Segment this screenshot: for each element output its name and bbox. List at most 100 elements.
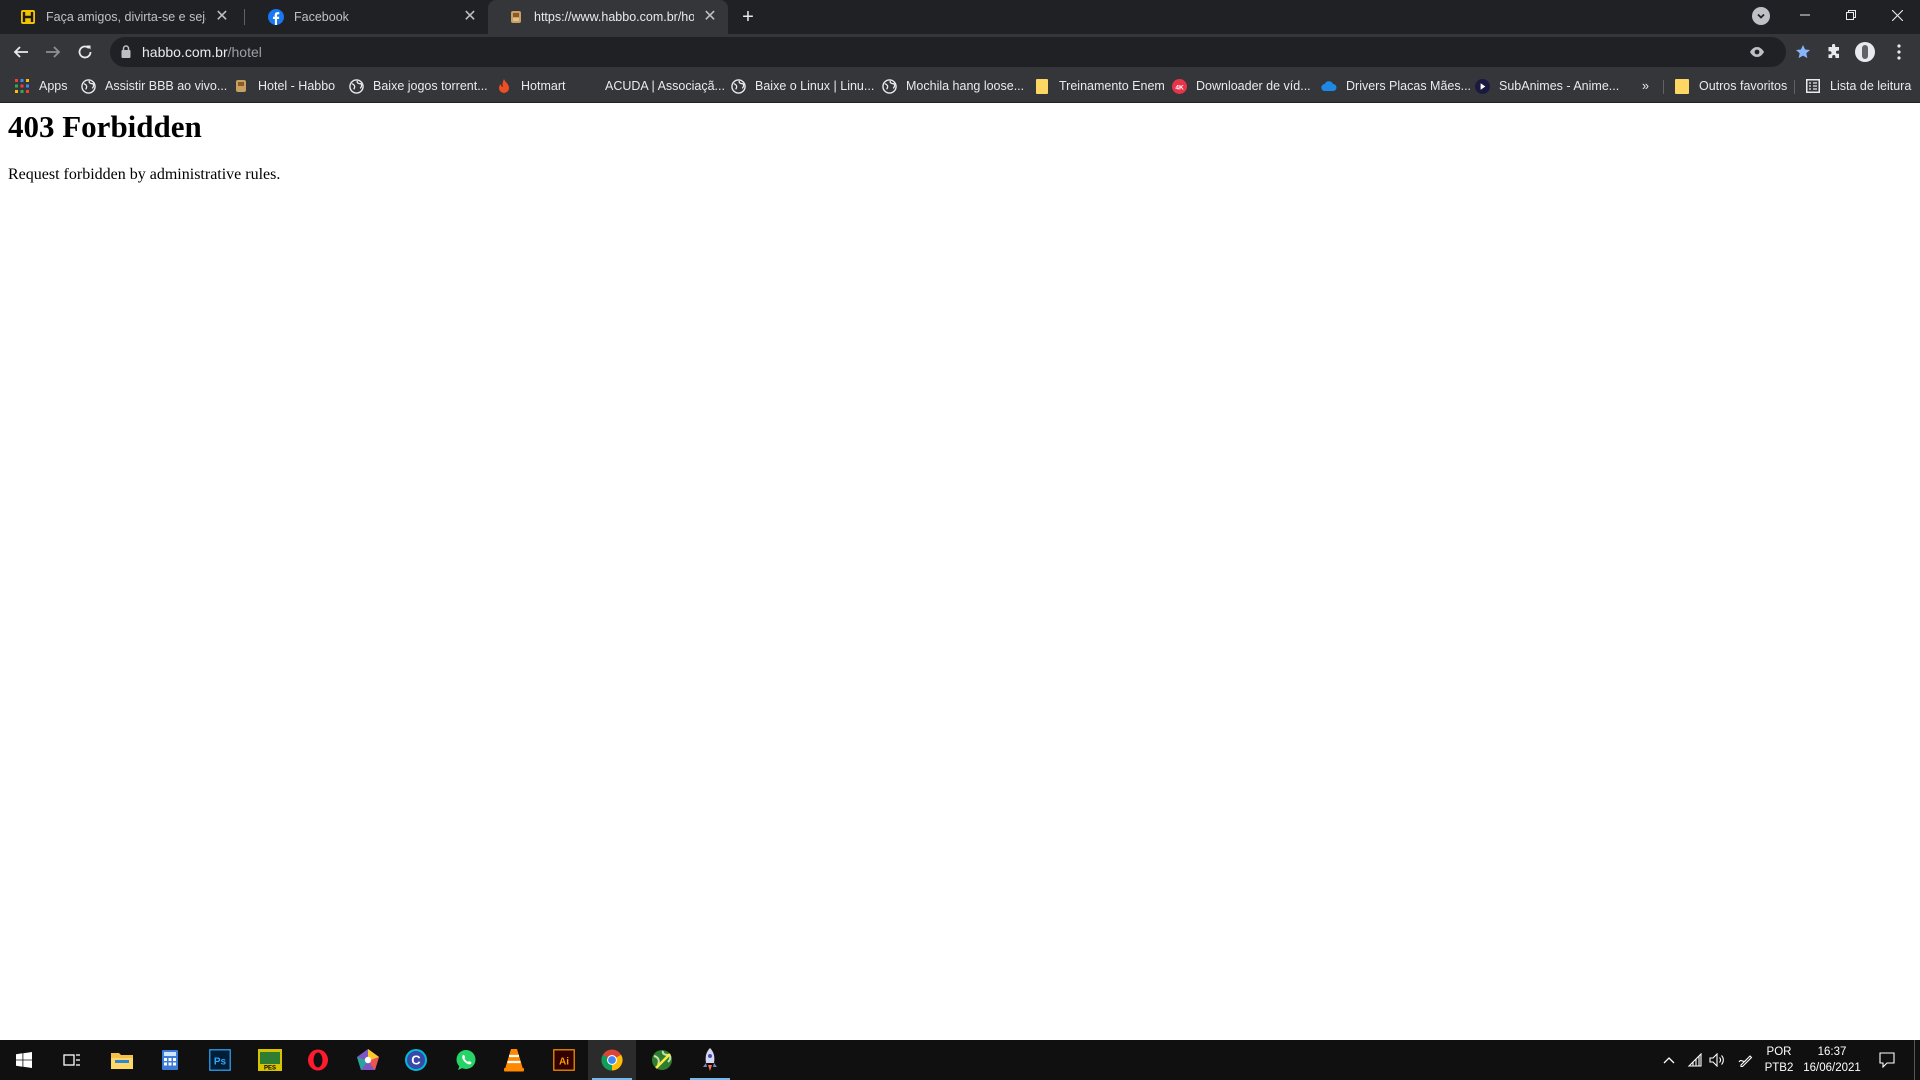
clock-date: 16/06/2021 bbox=[1803, 1062, 1861, 1074]
bookmark-label: Baixe o Linux | Linu... bbox=[755, 79, 875, 93]
bookmark-drivers[interactable]: Drivers Placas Mães... bbox=[1321, 76, 1471, 96]
browser-window: Faça amigos, divirta-se e seja famoso ✕ … bbox=[0, 0, 1920, 103]
bookmark-label: Mochila hang loose... bbox=[906, 79, 1025, 93]
tab-facebook[interactable]: Facebook ✕ bbox=[248, 0, 488, 34]
bookmark-acuda[interactable]: ACUDA | Associaçã... bbox=[580, 76, 725, 96]
globe-app-icon[interactable] bbox=[638, 1040, 686, 1080]
blank-page-icon bbox=[580, 78, 596, 94]
c-app-icon[interactable]: C bbox=[392, 1040, 440, 1080]
folder-icon bbox=[1674, 78, 1690, 94]
pes-game-icon[interactable]: PES bbox=[246, 1040, 294, 1080]
language-code: POR bbox=[1766, 1046, 1792, 1058]
bookmark-label: Apps bbox=[39, 79, 68, 93]
close-window-button[interactable] bbox=[1874, 0, 1920, 30]
bookmark-label: Lista de leitura bbox=[1830, 79, 1912, 93]
bookmark-hotmart[interactable]: Hotmart bbox=[496, 76, 565, 96]
svg-text:Ai: Ai bbox=[559, 1057, 569, 1068]
illustrator-icon[interactable]: Ai bbox=[540, 1040, 588, 1080]
profile-avatar[interactable] bbox=[1854, 41, 1876, 63]
page-title: 403 Forbidden bbox=[8, 109, 202, 144]
keyboard-layout: PTB2 bbox=[1764, 1062, 1794, 1074]
rocket-app-icon[interactable] bbox=[686, 1040, 734, 1080]
globe-icon bbox=[730, 78, 746, 94]
extensions-icon[interactable] bbox=[1823, 41, 1845, 63]
input-language[interactable]: POR PTB2 bbox=[1762, 1040, 1796, 1080]
bookmark-label: Drivers Placas Mães... bbox=[1346, 79, 1472, 93]
tab-search-icon[interactable] bbox=[1752, 7, 1770, 25]
lock-icon[interactable] bbox=[121, 45, 131, 63]
bookmark-habbo[interactable]: Hotel - Habbo bbox=[233, 76, 335, 96]
eye-icon[interactable] bbox=[1748, 43, 1766, 61]
chevron-double-right-icon: » bbox=[1642, 79, 1649, 93]
bookmark-subanimes[interactable]: SubAnimes - Anime... bbox=[1474, 76, 1619, 96]
bookmark-downloader[interactable]: 4K Downloader de víd... bbox=[1171, 76, 1311, 96]
bookmark-separator bbox=[1794, 80, 1795, 94]
back-button[interactable] bbox=[8, 39, 34, 65]
bookmarks-overflow-button[interactable]: » bbox=[1642, 76, 1649, 96]
notification-center-icon[interactable] bbox=[1872, 1040, 1902, 1080]
file-explorer-icon[interactable] bbox=[98, 1040, 146, 1080]
photoshop-icon[interactable]: Ps bbox=[196, 1040, 244, 1080]
bookmark-mochila[interactable]: Mochila hang loose... bbox=[881, 76, 1024, 96]
bookmark-label: Outros favoritos bbox=[1699, 79, 1788, 93]
tray-chevron-up-icon[interactable] bbox=[1658, 1040, 1680, 1080]
bookmark-linux[interactable]: Baixe o Linux | Linu... bbox=[730, 76, 874, 96]
url-path: /hotel bbox=[227, 44, 262, 60]
tab-title: Facebook bbox=[294, 10, 349, 24]
star-icon[interactable] bbox=[1794, 43, 1812, 61]
show-desktop-button[interactable] bbox=[1912, 1040, 1916, 1080]
forward-button[interactable] bbox=[40, 39, 66, 65]
restore-button[interactable] bbox=[1828, 0, 1874, 30]
menu-kebab-icon[interactable] bbox=[1888, 41, 1910, 63]
calculator-icon[interactable] bbox=[146, 1040, 194, 1080]
yellow-page-icon bbox=[1034, 78, 1050, 94]
globe-icon bbox=[80, 78, 96, 94]
new-tab-button[interactable]: + bbox=[736, 5, 760, 29]
cloud-icon bbox=[1321, 78, 1337, 94]
bookmarks-bar: Apps Assistir BBB ao vivo... Hotel - Hab… bbox=[0, 70, 1920, 103]
bookmark-separator bbox=[1663, 80, 1664, 94]
bookmark-enem[interactable]: Treinamento Enem bbox=[1034, 76, 1165, 96]
url-text[interactable]: habbo.com.br/hotel bbox=[142, 44, 262, 60]
toolbar: habbo.com.br/hotel bbox=[0, 34, 1920, 70]
pen-input-icon[interactable] bbox=[1734, 1040, 1758, 1080]
close-icon[interactable]: ✕ bbox=[462, 9, 478, 25]
close-icon[interactable]: ✕ bbox=[214, 9, 230, 25]
opera-icon[interactable] bbox=[294, 1040, 342, 1080]
reading-list-button[interactable]: Lista de leitura bbox=[1805, 76, 1911, 96]
task-view-icon[interactable] bbox=[48, 1040, 96, 1080]
close-icon[interactable]: ✕ bbox=[702, 9, 718, 25]
tab-habbo-home[interactable]: Faça amigos, divirta-se e seja famoso ✕ bbox=[0, 0, 240, 34]
bookmark-bbb[interactable]: Assistir BBB ao vivo... bbox=[80, 76, 227, 96]
start-button[interactable] bbox=[0, 1040, 48, 1080]
apps-grid-icon bbox=[14, 78, 30, 94]
bookmark-apps[interactable]: Apps bbox=[14, 76, 68, 96]
habbo-icon bbox=[233, 78, 249, 94]
reload-button[interactable] bbox=[72, 39, 98, 65]
show-desktop-divider bbox=[1913, 1040, 1915, 1080]
bookmark-label: Downloader de víd... bbox=[1196, 79, 1311, 93]
habbo-h-icon bbox=[20, 9, 36, 25]
tab-title: Faça amigos, divirta-se e seja famoso bbox=[46, 10, 206, 24]
chrome-icon[interactable] bbox=[588, 1040, 636, 1080]
tab-habbo-hotel[interactable]: https://www.habbo.com.br/hotel ✕ bbox=[488, 0, 728, 34]
minimize-button[interactable] bbox=[1782, 0, 1828, 30]
bookmark-other-folder[interactable]: Outros favoritos bbox=[1674, 76, 1787, 96]
vlc-icon[interactable] bbox=[490, 1040, 538, 1080]
network-icon[interactable] bbox=[1684, 1040, 1706, 1080]
taskbar: Ps PES C Ai POR PTB2 16:37 16/06/2021 bbox=[0, 1040, 1920, 1080]
polygon-app-icon[interactable] bbox=[344, 1040, 392, 1080]
avatar bbox=[1855, 42, 1875, 62]
bookmark-label: Assistir BBB ao vivo... bbox=[105, 79, 228, 93]
bookmark-jogos[interactable]: Baixe jogos torrent... bbox=[348, 76, 488, 96]
globe-icon bbox=[881, 78, 897, 94]
clock[interactable]: 16:37 16/06/2021 bbox=[1798, 1040, 1866, 1080]
whatsapp-icon[interactable] bbox=[442, 1040, 490, 1080]
facebook-icon bbox=[268, 9, 284, 25]
hotmart-flame-icon bbox=[496, 78, 512, 94]
volume-icon[interactable] bbox=[1706, 1040, 1728, 1080]
clock-display: 16:37 16/06/2021 bbox=[1803, 1044, 1861, 1076]
address-bar[interactable]: habbo.com.br/hotel bbox=[110, 37, 1810, 67]
bookmark-label: Hotel - Habbo bbox=[258, 79, 336, 93]
4k-icon: 4K bbox=[1171, 78, 1187, 94]
